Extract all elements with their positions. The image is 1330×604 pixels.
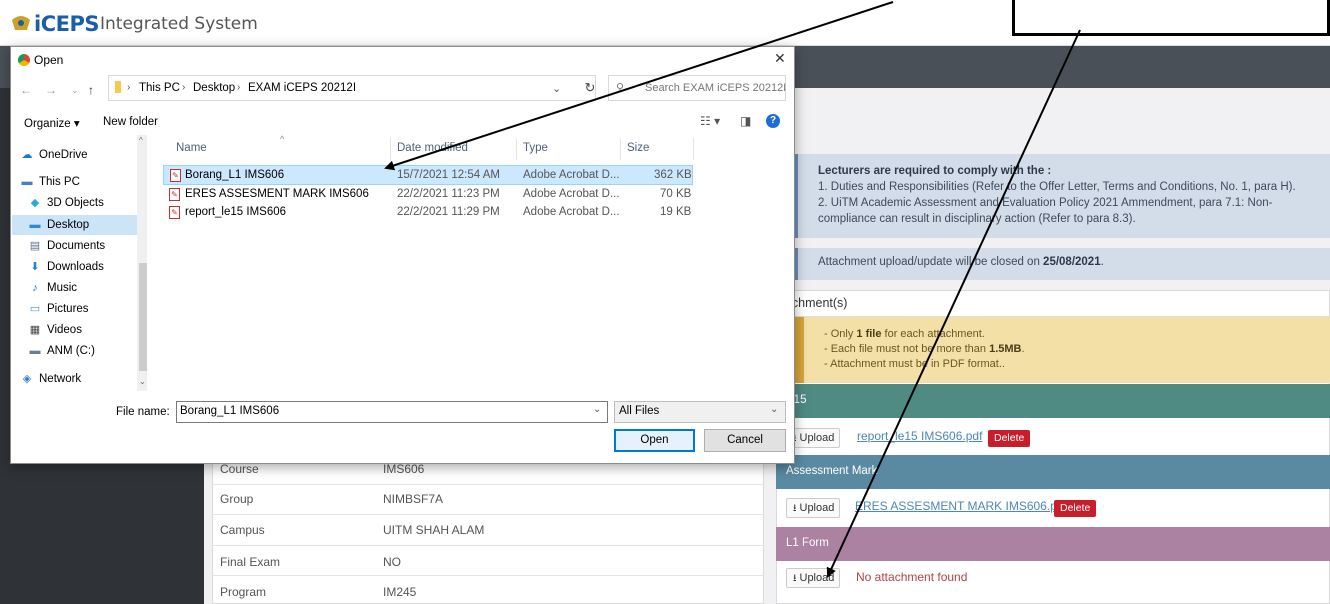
annotation-arrow	[826, 29, 1081, 578]
annotation-arrows	[384, 1, 1081, 578]
annotation-arrow	[384, 1, 894, 171]
